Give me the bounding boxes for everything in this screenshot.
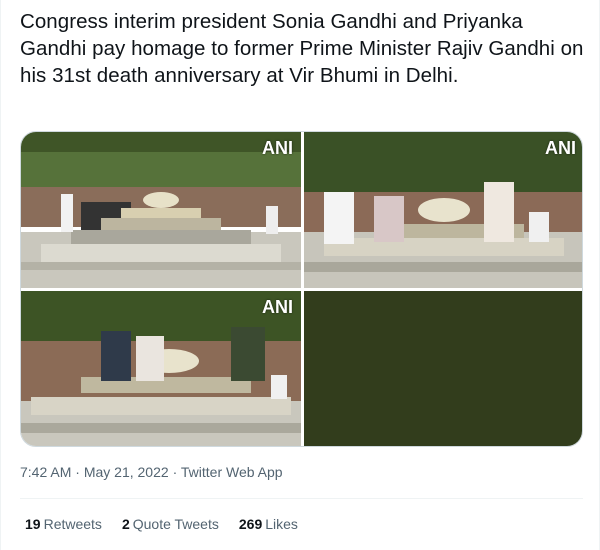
photo-4[interactable] xyxy=(304,291,582,446)
retweets-stat[interactable]: 19 Retweets xyxy=(25,516,102,532)
memorial-photo-1 xyxy=(21,132,301,288)
tweet-meta: 7:42 AM · May 21, 2022 · Twitter Web App xyxy=(20,464,283,480)
quotes-label: Quote Tweets xyxy=(132,516,219,532)
tweet-date[interactable]: May 21, 2022 xyxy=(84,464,169,480)
ani-watermark: ANI xyxy=(262,138,293,158)
tweet-stats: 19 Retweets 2 Quote Tweets 269 Likes xyxy=(25,516,298,532)
media-grid: ANI ANI ANI xyxy=(20,131,583,447)
photo-1[interactable]: ANI xyxy=(21,132,301,288)
quote-tweets-stat[interactable]: 2 Quote Tweets xyxy=(122,516,219,532)
likes-count: 269 xyxy=(238,516,263,532)
separator: · xyxy=(75,464,80,480)
ani-watermark: ANI xyxy=(545,138,576,158)
retweets-count: 19 xyxy=(25,516,41,532)
likes-label: Likes xyxy=(265,516,298,532)
quotes-count: 2 xyxy=(121,516,130,532)
memorial-photo-2 xyxy=(304,132,582,288)
photo-3[interactable]: ANI xyxy=(21,291,301,446)
ani-watermark: ANI xyxy=(262,297,293,317)
tweet-card: Congress interim president Sonia Gandhi … xyxy=(0,0,600,550)
tweet-time[interactable]: 7:42 AM xyxy=(20,464,71,480)
retweets-label: Retweets xyxy=(43,516,102,532)
divider xyxy=(20,498,583,499)
photo-2[interactable]: ANI xyxy=(304,132,582,288)
tweet-source[interactable]: Twitter Web App xyxy=(181,464,283,480)
memorial-photo-3 xyxy=(21,291,301,446)
separator: · xyxy=(172,464,178,480)
tweet-text: Congress interim president Sonia Gandhi … xyxy=(20,10,584,87)
likes-stat[interactable]: 269 Likes xyxy=(239,516,298,532)
